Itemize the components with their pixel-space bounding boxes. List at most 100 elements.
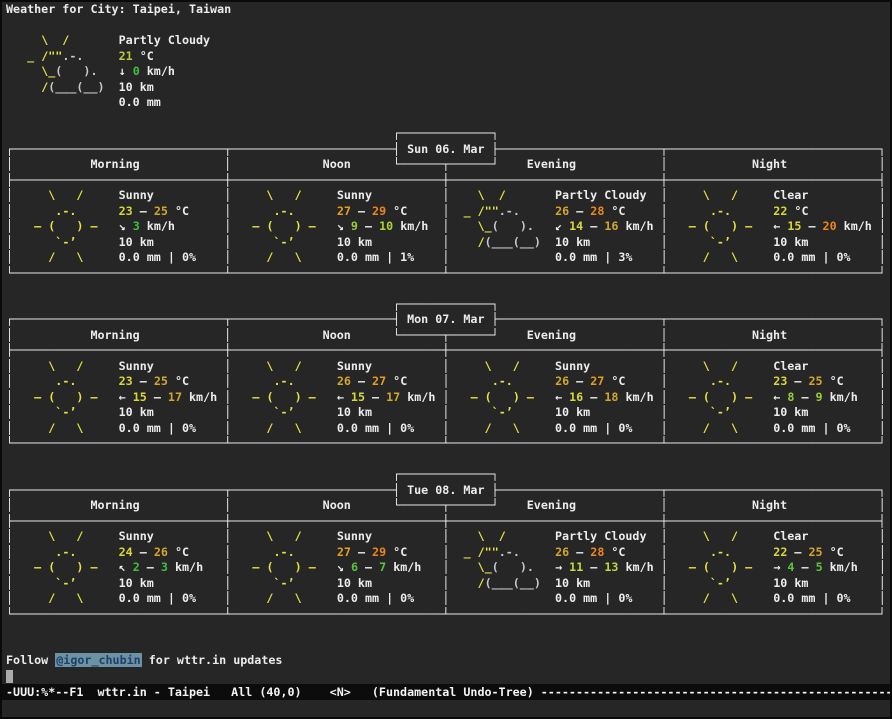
text-segment (154, 529, 224, 543)
forecast-cell-mon-night: .-. 23 – 25 °C (668, 374, 879, 388)
text-segment: °C (823, 545, 844, 559)
table-border: │ (879, 328, 886, 342)
text-segment (632, 591, 660, 605)
text-segment (844, 374, 879, 388)
text-segment (808, 359, 878, 373)
forecast-cell-tue-morning: / \ 0.0 mm | 0% (13, 591, 224, 605)
text-segment (668, 374, 675, 388)
text-segment: \ / (20, 359, 111, 373)
table-border: │ (879, 576, 886, 590)
text-segment: \ / (675, 359, 766, 373)
text-segment (189, 204, 224, 218)
text-segment: / \ (20, 591, 111, 605)
forecast-cell-sun-evening: /(___(__) 10 km (449, 235, 660, 249)
text-segment: – (351, 545, 372, 559)
forecast-content-row: │ / \ 0.0 mm | 0% │ / \ 0.0 mm | 0% │ 0.… (2, 591, 890, 607)
table-border: │ (879, 560, 886, 574)
text-segment: 24 (119, 545, 133, 559)
text-segment (196, 591, 224, 605)
table-border: │ (661, 250, 668, 264)
text-segment: / (20, 80, 48, 94)
text-segment: \ / (456, 188, 547, 202)
text-segment: Morning (13, 157, 224, 171)
text-segment (668, 421, 675, 435)
text-segment: .-. (499, 204, 548, 218)
weather-report: \ / Partly Cloudy _ /"".-. 21 °C \_( ). … (2, 18, 890, 654)
text-segment: Sunny (119, 529, 154, 543)
text-segment (112, 591, 119, 605)
text-segment: 23 (119, 374, 133, 388)
forecast-cell-mon-noon: \ / Sunny (231, 359, 442, 373)
forecast-cell-tue-evening: \ / Partly Cloudy (449, 529, 660, 543)
text-segment: 22 (773, 204, 787, 218)
text-segment: 9 (816, 390, 823, 404)
forecast-cell-sun-morning: .-. 23 – 25 °C (13, 204, 224, 218)
text-segment: 0.0 mm | 1% (337, 250, 414, 264)
text-segment: Night (668, 498, 879, 512)
text-segment: 25 (154, 204, 168, 218)
forecast-content-row: │ `-’ 10 km │ `-’ 10 km │ /(___(__) 10 k… (2, 235, 890, 251)
twitter-handle-link[interactable]: @igor_chubin (55, 653, 141, 667)
text-segment: Partly Cloudy (555, 529, 646, 543)
table-border: │ (879, 235, 886, 249)
text-segment (668, 250, 675, 264)
text-segment: Night (668, 328, 879, 342)
text-segment (196, 421, 224, 435)
forecast-cell-mon-morning: \ / Sunny (13, 359, 224, 373)
echo-area[interactable] (2, 700, 890, 717)
text-segment (330, 204, 337, 218)
text-segment: Sunny (337, 529, 372, 543)
text-segment: ← (773, 390, 787, 404)
text-segment: ( ). (492, 219, 548, 233)
text-segment: `-’ (675, 405, 766, 419)
text-segment: .-. (675, 204, 766, 218)
text-segment: 10 km (337, 576, 372, 590)
table-border: │ (660, 328, 667, 342)
text-segment (112, 560, 119, 574)
text-segment: 15 (133, 390, 147, 404)
table-border: │ (661, 204, 668, 218)
text-segment: 3 (161, 560, 168, 574)
forecast-cell-tue-noon: \ / Sunny (231, 529, 442, 543)
text-segment (154, 359, 224, 373)
text-segment (112, 64, 119, 78)
forecast-cell-tue-night: ― ( ) ― → 4 – 5 km/h (668, 560, 879, 574)
forecast-cell-tue-evening: 0.0 mm | 0% (449, 591, 660, 605)
text-segment: `-’ (20, 235, 111, 249)
text-segment: Sunny (337, 359, 372, 373)
text-segment (330, 591, 337, 605)
text-segment (668, 188, 675, 202)
table-border: │ (6, 405, 13, 419)
table-border: │ (6, 328, 13, 342)
follow-suffix: for wttr.in updates (142, 653, 283, 667)
forecast-cell-sun-evening: \_( ). ↙ 14 – 16 km/h (449, 219, 660, 233)
text-segment: _ /"" (20, 49, 62, 63)
text-segment (548, 591, 555, 605)
text-segment (548, 235, 555, 249)
forecast-cell-sun-evening: \ / Partly Cloudy (449, 188, 660, 202)
text-segment: / (456, 235, 484, 249)
text-segment (154, 405, 224, 419)
text-segment: Sunny (119, 359, 154, 373)
text-segment: 29 (372, 545, 386, 559)
text-segment (6, 281, 13, 295)
emacs-modeline[interactable]: -UUU:%*--F1 wttr.in - Taipei All (40,0) … (2, 684, 890, 700)
text-segment: 0.0 mm | 0% (555, 591, 632, 605)
text-segment: → (555, 560, 569, 574)
text-segment: ← (119, 390, 133, 404)
text-segment: Sunny (337, 188, 372, 202)
forecast-cell-sun-noon: \ / Sunny (231, 188, 442, 202)
table-border: │ (6, 576, 13, 590)
column-header-row: │ Morning │ Noon └──────┬──────┘ Evening… (2, 498, 890, 514)
text-segment (330, 235, 337, 249)
forecast-content-row: │ ― ( ) ― ↖ 2 – 3 km/h │ ― ( ) ― ↘ 6 – 7… (2, 560, 890, 576)
text-segment: 15 (787, 219, 801, 233)
forecast-cell-sun-morning: \ / Sunny (13, 188, 224, 202)
forecast-day-table: ┌─────────────┐┌────────────────────────… (2, 126, 890, 281)
text-segment: .-. (675, 374, 766, 388)
text-segment: km/h (182, 390, 217, 404)
text-segment: .-. (20, 204, 111, 218)
text-segment: \ / (456, 529, 547, 543)
table-bottom-border: └──────────────────────────────┴────────… (2, 436, 890, 452)
text-segment: ― ( ) ― (457, 390, 548, 404)
